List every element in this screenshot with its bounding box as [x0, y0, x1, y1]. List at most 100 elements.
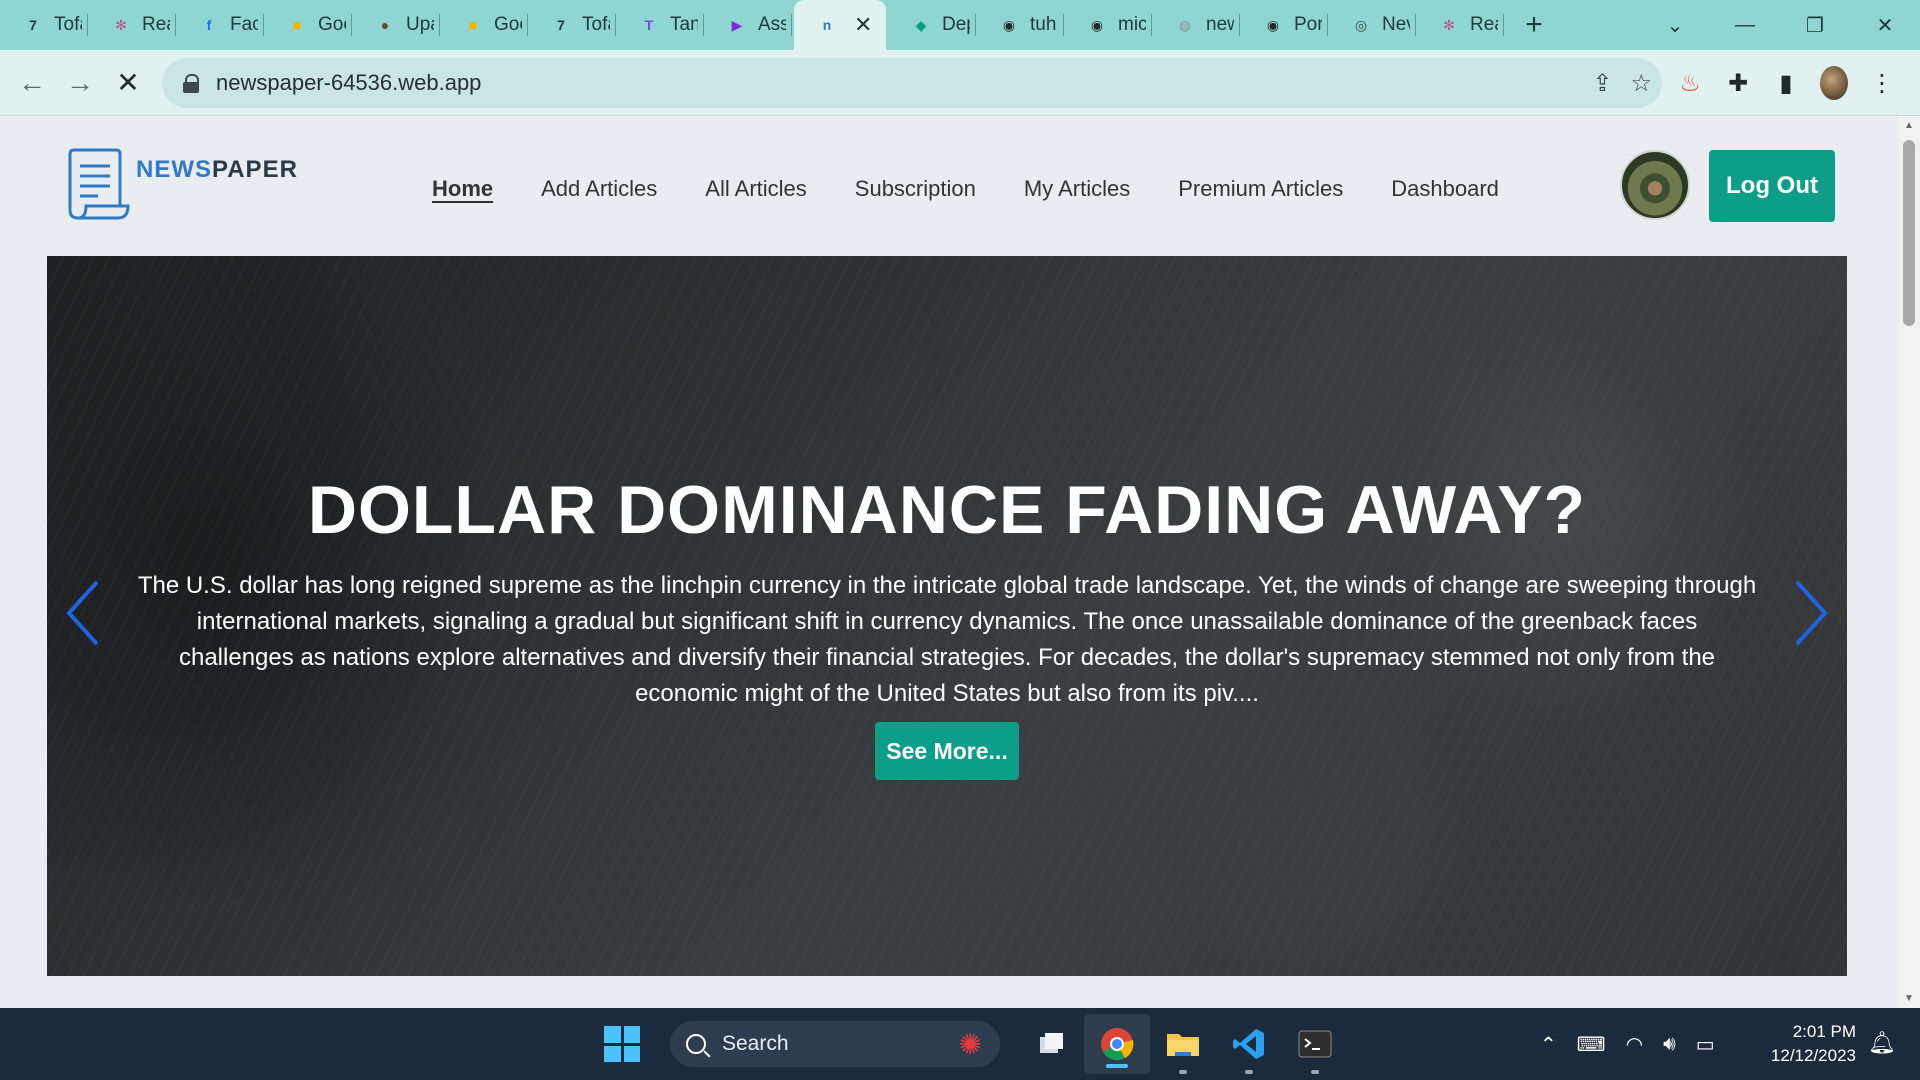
- fire-extension-icon[interactable]: ♨: [1676, 69, 1704, 98]
- browser-tab[interactable]: ▶ Ass: [704, 0, 792, 50]
- newspaper-logo-icon: [68, 148, 130, 220]
- browser-tab[interactable]: ● Upa: [352, 0, 440, 50]
- browser-tab[interactable]: ◉ mic: [1064, 0, 1152, 50]
- google-meet-icon: ■: [468, 17, 478, 33]
- keyboard-icon[interactable]: ⌨: [1577, 1032, 1606, 1057]
- minimize-icon[interactable]: —: [1710, 14, 1780, 37]
- system-tray: ⌃ ⌨ ◠ 🔊︎ ▭: [1540, 1008, 1715, 1080]
- carousel-prev-icon[interactable]: [63, 578, 103, 648]
- start-button-icon[interactable]: [604, 1026, 640, 1062]
- wifi-icon[interactable]: ◠: [1626, 1032, 1643, 1057]
- nav-link-home[interactable]: Home: [432, 176, 493, 202]
- browser-tab[interactable]: 7 Tofa: [0, 0, 88, 50]
- share-icon[interactable]: ⇪: [1592, 69, 1612, 98]
- nav-link-subscription[interactable]: Subscription: [855, 176, 976, 202]
- address-bar[interactable]: newspaper-64536.web.app ⇪ ☆: [162, 58, 1662, 108]
- hero-title: DOLLAR DOMINANCE FADING AWAY?: [307, 472, 1587, 548]
- logout-button[interactable]: Log Out: [1709, 150, 1835, 222]
- search-icon: [686, 1034, 706, 1054]
- notification-icon[interactable]: 🔔︎: [1868, 1030, 1896, 1056]
- nav-link-dashboard[interactable]: Dashboard: [1391, 176, 1499, 202]
- forward-icon[interactable]: →: [56, 59, 104, 107]
- battery-icon[interactable]: ▭: [1696, 1032, 1715, 1057]
- nav-link-my-articles[interactable]: My Articles: [1024, 176, 1130, 202]
- hero-excerpt: The U.S. dollar has long reigned supreme…: [137, 572, 1757, 707]
- tab-title: new: [1206, 14, 1234, 35]
- scroll-up-icon[interactable]: ▲: [1904, 120, 1914, 131]
- browser-tab[interactable]: ◉ Por: [1240, 0, 1328, 50]
- browser-tab[interactable]: ■ Goo: [440, 0, 528, 50]
- browser-tab[interactable]: ◎ Nev: [1328, 0, 1416, 50]
- tab-title: Tan: [670, 14, 698, 35]
- newspaper-icon: n: [822, 17, 832, 33]
- page-viewport: NEWSPAPER Home Add Articles All Articles Su…: [0, 116, 1898, 1008]
- profile-avatar[interactable]: [1820, 66, 1848, 100]
- chrome-icon: ◎: [1354, 16, 1368, 33]
- tofa-icon: 7: [557, 17, 565, 33]
- close-window-icon[interactable]: ✕: [1850, 13, 1920, 38]
- task-view-icon[interactable]: [1018, 1008, 1084, 1080]
- tray-chevron-icon[interactable]: ⌃: [1540, 1032, 1557, 1057]
- menu-kebab-icon[interactable]: ⋮: [1868, 69, 1896, 98]
- browser-tab[interactable]: ■ Goo: [264, 0, 352, 50]
- user-avatar[interactable]: [1620, 150, 1690, 220]
- google-meet-icon: ■: [292, 17, 302, 33]
- tofa-icon: 7: [29, 17, 37, 33]
- taskbar-clock[interactable]: 2:01 PM 12/12/2023: [1748, 1020, 1856, 1068]
- assistant-icon: ▶: [731, 16, 743, 33]
- url-text[interactable]: newspaper-64536.web.app: [216, 70, 481, 96]
- browser-tab[interactable]: ◍ new: [1152, 0, 1240, 50]
- tab-title: mic: [1118, 14, 1146, 35]
- logo-paper-text: PAPER: [212, 156, 298, 183]
- new-tab-button[interactable]: +: [1504, 8, 1564, 42]
- lock-icon[interactable]: [182, 74, 200, 93]
- browser-tab[interactable]: n ✕: [794, 0, 886, 50]
- react-icon: ✻: [115, 16, 127, 33]
- avatar-icon: ●: [380, 17, 390, 33]
- clock-time: 2:01 PM: [1792, 1022, 1856, 1041]
- puzzle-extensions-icon[interactable]: ✚: [1724, 69, 1752, 98]
- browser-tab[interactable]: ◉ tuh: [976, 0, 1064, 50]
- nav-link-add-articles[interactable]: Add Articles: [541, 176, 657, 202]
- site-logo[interactable]: NEWSPAPER: [66, 148, 298, 222]
- see-more-button[interactable]: See More...: [875, 722, 1019, 780]
- react-icon: ✻: [1443, 16, 1455, 33]
- stop-loading-icon[interactable]: ✕: [104, 59, 152, 107]
- tab-title: Tofa: [54, 14, 82, 35]
- tab-title: Upa: [406, 14, 434, 35]
- deploy-icon: ◆: [915, 16, 927, 33]
- browser-tab[interactable]: ◆ Dep: [888, 0, 976, 50]
- browser-tab[interactable]: T Tan: [616, 0, 704, 50]
- restore-icon[interactable]: ❐: [1780, 13, 1850, 38]
- tab-title: tuh: [1030, 14, 1057, 35]
- browser-tab[interactable]: ✻ Rea: [88, 0, 176, 50]
- tab-title: Ass: [758, 14, 786, 35]
- carousel-next-icon[interactable]: [1791, 578, 1831, 648]
- vscode-icon[interactable]: [1216, 1008, 1282, 1080]
- back-icon[interactable]: ←: [8, 59, 56, 107]
- scroll-down-icon[interactable]: ▼: [1904, 993, 1914, 1004]
- browser-tab[interactable]: ✻ Rea: [1416, 0, 1504, 50]
- browser-tab[interactable]: f Fac: [176, 0, 264, 50]
- scrollbar-thumb[interactable]: [1903, 140, 1915, 326]
- tab-title: Rea: [142, 14, 170, 35]
- tab-title: Goo: [318, 14, 346, 35]
- chrome-taskbar-icon[interactable]: [1084, 1014, 1150, 1074]
- browser-tab[interactable]: 7 Tofa: [528, 0, 616, 50]
- volume-icon[interactable]: 🔊︎: [1663, 1033, 1676, 1056]
- nav-link-premium-articles[interactable]: Premium Articles: [1178, 176, 1343, 202]
- tab-title: Nev: [1382, 14, 1410, 35]
- bookmark-star-icon[interactable]: ☆: [1630, 69, 1652, 98]
- taskbar-search[interactable]: Search ✺: [670, 1021, 1000, 1067]
- nav-link-all-articles[interactable]: All Articles: [705, 176, 806, 202]
- tan-icon: T: [644, 17, 654, 33]
- github-icon: ◉: [1090, 16, 1104, 33]
- terminal-icon[interactable]: [1282, 1008, 1348, 1080]
- globe-icon: ◍: [1178, 16, 1192, 33]
- side-panel-icon[interactable]: ▮: [1772, 69, 1800, 98]
- page-scrollbar[interactable]: ▲ ▼: [1898, 116, 1920, 1008]
- tab-search-icon[interactable]: ⌄: [1640, 13, 1710, 38]
- file-explorer-icon[interactable]: [1150, 1008, 1216, 1080]
- browser-toolbar: ← → ✕ newspaper-64536.web.app ⇪ ☆ ♨ ✚ ▮ …: [0, 50, 1920, 116]
- close-tab-icon[interactable]: ✕: [854, 12, 872, 38]
